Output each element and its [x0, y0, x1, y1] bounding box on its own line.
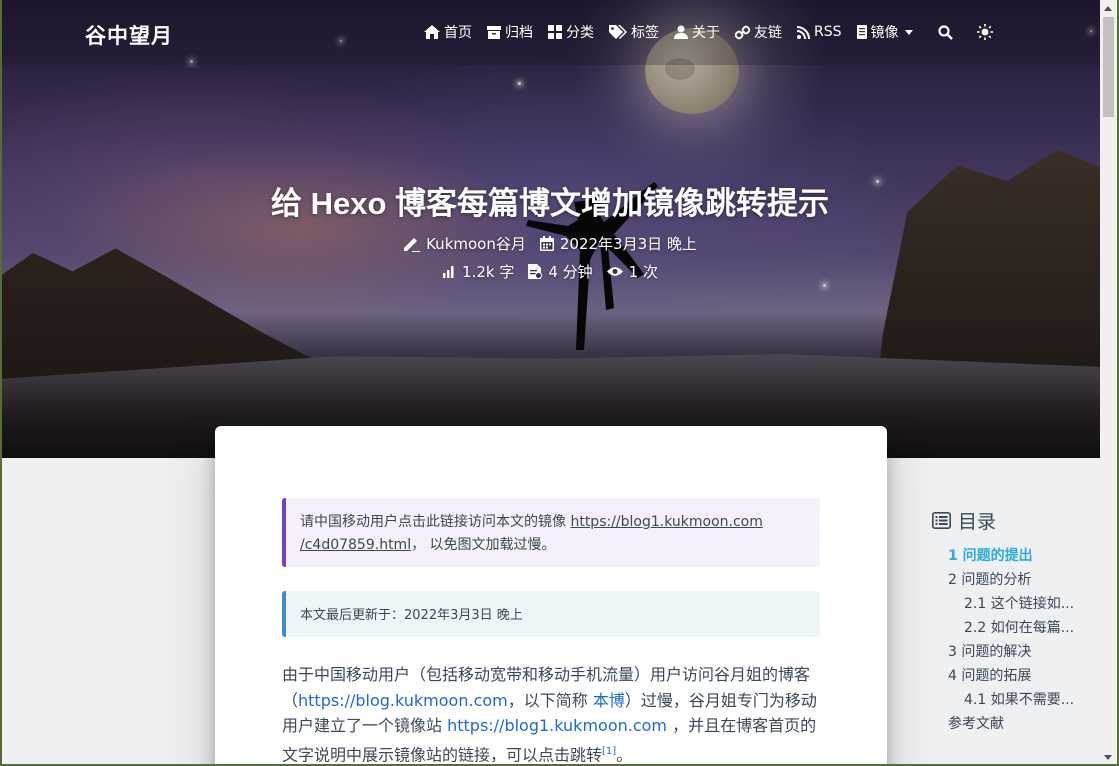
post-author: Kukmoon谷月 [426, 235, 526, 253]
mirror-notice: 请中国移动用户点击此链接访问本文的镜像 https://blog1.kukmoo… [282, 498, 820, 567]
post-meta-stats: 1.2k 字 4 分钟 1 次 [0, 261, 1100, 282]
intro-paragraph: 由于中国移动用户（包括移动宽带和移动手机流量）用户访问谷月姐的博客（https:… [282, 665, 817, 764]
toc-item[interactable]: 2.1 这个链接如... [932, 592, 1102, 616]
post-meta-author-date: Kukmoon谷月 2022年3月3日 晚上 [0, 233, 1100, 254]
list-icon [932, 512, 951, 529]
navbar: 谷中望月 首页 归档 分类 标签 关于 友链 RSS 镜像 [0, 0, 1119, 65]
archive-icon [487, 25, 501, 39]
nav-item-label: RSS [814, 24, 842, 40]
nav-item-label: 关于 [692, 25, 720, 41]
nav-item-tags[interactable]: 标签 [609, 22, 659, 42]
post-content-card: 请中国移动用户点击此链接访问本文的镜像 https://blog1.kukmoo… [215, 426, 887, 766]
scroll-up-arrow-icon[interactable] [1104, 6, 1112, 11]
toc-item[interactable]: 2.2 如何在每篇... [932, 616, 1102, 640]
updated-notice: 本文最后更新于：2022年3月3日 晚上 [282, 591, 820, 637]
user-icon [674, 25, 688, 39]
post-word-count: 1.2k 字 [462, 263, 515, 281]
nav-item-category[interactable]: 分类 [548, 22, 594, 42]
nav-item-label: 归档 [505, 25, 533, 41]
nav-item-rss[interactable]: RSS [797, 24, 842, 40]
nav-item-links[interactable]: 友链 [735, 22, 782, 42]
nav-menu: 首页 归档 分类 标签 关于 友链 RSS 镜像 [424, 22, 1017, 42]
chevron-down-icon [904, 29, 913, 35]
link-icon [735, 25, 750, 39]
rss-icon [797, 25, 810, 39]
nav-item-label: 镜像 [870, 25, 899, 41]
sun-icon [976, 24, 993, 40]
post-views: 1 次 [628, 263, 658, 281]
banner-background [0, 0, 1119, 458]
toc-item[interactable]: 参考文献 [932, 712, 1102, 736]
blog-link[interactable]: https://blog.kukmoon.com [298, 691, 508, 710]
self-link[interactable]: 本博 [593, 691, 625, 710]
scrollbar-thumb[interactable] [1103, 17, 1114, 117]
page-scrollbar[interactable] [1100, 0, 1117, 766]
pencil-icon [404, 237, 421, 252]
site-brand[interactable]: 谷中望月 [85, 20, 173, 50]
chart-bar-icon [443, 266, 454, 278]
toc-item[interactable]: 2 问题的分析 [932, 568, 1102, 592]
nav-item-label: 分类 [566, 25, 594, 41]
reference-link[interactable]: [1] [602, 746, 616, 757]
nav-item-label: 标签 [631, 25, 659, 41]
post-date: 2022年3月3日 晚上 [559, 235, 697, 253]
mirror-icon [856, 25, 867, 39]
mirror-site-link[interactable]: https://blog1.kukmoon.com [447, 716, 667, 735]
theme-toggle-button[interactable] [976, 24, 993, 40]
home-icon [424, 25, 440, 39]
toc-title: 目录 [958, 511, 997, 533]
toc-item[interactable]: 4.1 如果不需要... [932, 688, 1102, 712]
nav-item-home[interactable]: 首页 [424, 22, 472, 42]
search-button[interactable] [937, 24, 953, 40]
category-icon [548, 25, 562, 39]
post-read-time: 4 分钟 [548, 263, 593, 281]
nav-item-mirror[interactable]: 镜像 [856, 22, 913, 42]
nav-item-label: 友链 [754, 25, 782, 41]
search-icon [937, 24, 953, 40]
nav-item-about[interactable]: 关于 [674, 22, 720, 42]
toc-item[interactable]: 4 问题的拓展 [932, 664, 1102, 688]
table-of-contents: 目录 1 问题的提出 2 问题的分析 2.1 这个链接如... 2.2 如何在每… [932, 507, 1102, 736]
calendar-icon [539, 236, 554, 251]
mirror-notice-suffix: ， 以免图文加载过慢。 [411, 537, 556, 553]
post-title: 给 Hexo 博客每篇博文增加镜像跳转提示 [270, 186, 830, 221]
scroll-down-arrow-icon[interactable] [1104, 755, 1112, 760]
read-time-icon [528, 264, 543, 279]
toc-item[interactable]: 1 问题的提出 [932, 544, 1102, 568]
toc-item[interactable]: 3 问题的解决 [932, 640, 1102, 664]
mirror-notice-text: 请中国移动用户点击此链接访问本文的镜像 [300, 514, 571, 530]
tags-icon [609, 25, 627, 39]
nav-item-label: 首页 [444, 25, 472, 41]
eye-icon [606, 267, 623, 276]
nav-item-archive[interactable]: 归档 [487, 22, 533, 42]
toc-header: 目录 [932, 507, 1102, 534]
